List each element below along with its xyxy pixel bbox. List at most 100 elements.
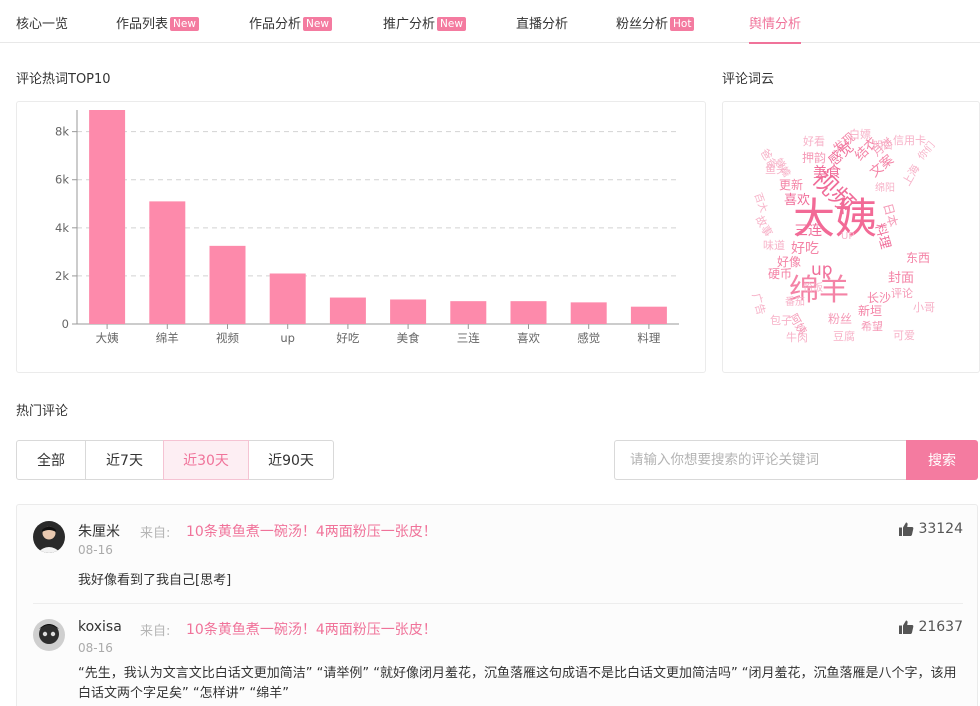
tab-live-analysis[interactable]: 直播分析 bbox=[516, 13, 568, 32]
cloud-word: 故事 bbox=[752, 213, 775, 240]
from-label: 来自: bbox=[140, 624, 171, 639]
filter-7days-button[interactable]: 近7天 bbox=[85, 440, 164, 480]
tab-label: 直播分析 bbox=[516, 17, 569, 32]
cloud-word: 希望 bbox=[861, 320, 883, 333]
analysis-tabs: 核心一览 作品列表 New 作品分析 New 推广分析 New 直播分析 粉丝分析 Ho… bbox=[0, 0, 980, 44]
comment-divider bbox=[33, 603, 963, 604]
tab-sentiment-analysis[interactable]: 舆情分析 bbox=[749, 13, 802, 44]
tab-label: 核心一览 bbox=[16, 17, 69, 32]
comment-text: 我好像看到了我自己[思考] bbox=[78, 573, 232, 588]
bar bbox=[390, 299, 427, 324]
hot-badge: Hot bbox=[670, 17, 695, 31]
bar bbox=[269, 273, 306, 324]
tab-label: 推广分析 bbox=[383, 17, 436, 32]
cloud-word: 更新 bbox=[779, 178, 804, 192]
cloud-word: 新垣 bbox=[858, 304, 883, 318]
cloud-word: 豆腐 bbox=[833, 330, 855, 343]
x-tick-label: 绵羊 bbox=[156, 331, 179, 345]
bar bbox=[450, 301, 487, 324]
cloud-word: 三连 bbox=[794, 223, 822, 239]
cloud-word: 长沙 bbox=[867, 291, 892, 305]
bar bbox=[570, 302, 607, 324]
hot-words-bar-chart: 0 2k 4k 6k 8k 大姨 绵羊 视频 up 好吃 美食 三连 喜欢 感觉 料理 bbox=[55, 110, 679, 345]
comment-source-link[interactable]: 10条黄鱼煮一碗汤！4两面粉压一张皮！ bbox=[186, 521, 437, 541]
comment-search-input[interactable] bbox=[614, 440, 907, 480]
comment-item: 朱厘米 来自: 10条黄鱼煮一碗汤！4两面粉压一张皮！ 08-16 33124 … bbox=[33, 521, 963, 601]
x-tick-label: up bbox=[280, 331, 295, 345]
cloud-word: 味道 bbox=[763, 239, 785, 252]
cloud-word: 广告 bbox=[749, 291, 768, 317]
tab-promotion-analysis[interactable]: 推广分析 New bbox=[383, 13, 466, 32]
bar bbox=[89, 110, 126, 324]
cloud-word: 押韵 bbox=[802, 151, 827, 165]
thumbs-up-icon bbox=[899, 620, 914, 634]
bar bbox=[329, 297, 366, 324]
filter-30days-button[interactable]: 近30天 bbox=[163, 440, 249, 480]
y-tick-label: 8k bbox=[55, 125, 69, 139]
cloud-word: 信用卡 bbox=[893, 134, 926, 147]
hot-comments-title: 热门评论 bbox=[16, 404, 69, 419]
cloud-word: 粉丝 bbox=[828, 312, 853, 326]
cloud-word: 文案 bbox=[867, 152, 897, 181]
filter-90days-button[interactable]: 近90天 bbox=[248, 440, 334, 480]
tab-label: 作品分析 bbox=[249, 17, 302, 32]
cloud-word: 小哥 bbox=[913, 301, 935, 314]
y-tick-label: 4k bbox=[55, 221, 69, 235]
y-tick-label: 2k bbox=[55, 269, 69, 283]
x-tick-label: 三连 bbox=[457, 331, 480, 345]
from-label: 来自: bbox=[140, 526, 171, 541]
x-tick-label: 视频 bbox=[216, 331, 239, 345]
tab-overview[interactable]: 核心一览 bbox=[16, 13, 68, 32]
new-badge: New bbox=[170, 17, 199, 31]
comment-username[interactable]: 朱厘米 bbox=[78, 521, 120, 541]
like-button[interactable]: 33124 bbox=[899, 521, 963, 537]
comments-list: 朱厘米 来自: 10条黄鱼煮一碗汤！4两面粉压一张皮！ 08-16 33124 … bbox=[16, 504, 978, 706]
like-button[interactable]: 21637 bbox=[899, 619, 963, 635]
avatar[interactable] bbox=[33, 619, 65, 651]
like-count: 21637 bbox=[918, 619, 963, 635]
cloud-word: 绵阳 bbox=[875, 183, 895, 194]
filter-all-button[interactable]: 全部 bbox=[16, 440, 86, 480]
cloud-word: 好吃 bbox=[791, 241, 819, 257]
tab-works-list[interactable]: 作品列表 New bbox=[116, 13, 199, 32]
cloud-word: 明白 bbox=[873, 141, 893, 152]
thumbs-up-icon bbox=[899, 522, 914, 536]
x-tick-label: 料理 bbox=[637, 331, 660, 345]
new-badge: New bbox=[303, 17, 332, 31]
tab-works-analysis[interactable]: 作品分析 New bbox=[249, 13, 332, 32]
bar bbox=[209, 245, 246, 324]
search-button[interactable]: 搜索 bbox=[906, 440, 978, 480]
tab-label: 粉丝分析 bbox=[616, 17, 669, 32]
comment-source-link[interactable]: 10条黄鱼煮一碗汤！4两面粉压一张皮！ bbox=[186, 619, 437, 639]
chart-section-title: 评论热词TOP10 bbox=[16, 72, 111, 87]
cloud-word: 东西 bbox=[906, 251, 931, 265]
cloud-word: UP bbox=[841, 231, 855, 242]
cloud-word: 好像 bbox=[777, 255, 802, 269]
comment-text: “先生，我认为文言文比白话文更加简洁” “请举例” “就好像闭月羞花，沉鱼落雁这… bbox=[78, 666, 957, 701]
cloud-section-title: 评论词云 bbox=[722, 72, 775, 87]
cloud-word: up bbox=[811, 260, 833, 280]
x-tick-label: 喜欢 bbox=[517, 331, 540, 345]
x-tick-label: 大姨 bbox=[96, 331, 119, 345]
cloud-word: 喜欢 bbox=[784, 193, 811, 208]
x-tick-label: 美食 bbox=[397, 331, 420, 345]
bar bbox=[510, 301, 547, 324]
comment-date: 08-16 bbox=[78, 641, 113, 655]
cloud-word: 评论 bbox=[891, 287, 913, 300]
tab-fans-analysis[interactable]: 粉丝分析 Hot bbox=[616, 13, 695, 32]
cloud-word: 白嫖 bbox=[849, 128, 871, 141]
y-tick-label: 6k bbox=[55, 173, 69, 187]
cloud-word: 上海 bbox=[900, 162, 923, 188]
word-cloud-panel: 大姨 绵羊 视频 up 好吃 美食 三连 喜欢 感觉 料理 封面 东西 新垣 长沙 评论 粉丝 硬币 好像 味道 更新… bbox=[722, 101, 980, 373]
like-count: 33124 bbox=[918, 521, 963, 537]
avatar[interactable] bbox=[33, 521, 65, 553]
cloud-word: 百大 bbox=[751, 191, 769, 215]
cloud-word: 番茄 bbox=[785, 297, 805, 308]
cloud-word: 牛肉 bbox=[786, 331, 808, 344]
y-tick-label: 0 bbox=[62, 317, 69, 331]
cloud-word: 恰饭 bbox=[803, 283, 823, 294]
comment-username[interactable]: koxisa bbox=[78, 619, 122, 635]
comment-date: 08-16 bbox=[78, 543, 113, 557]
comment-item: koxisa 来自: 10条黄鱼煮一碗汤！4两面粉压一张皮！ 08-16 216… bbox=[33, 619, 963, 706]
tab-label: 作品列表 bbox=[116, 17, 169, 32]
